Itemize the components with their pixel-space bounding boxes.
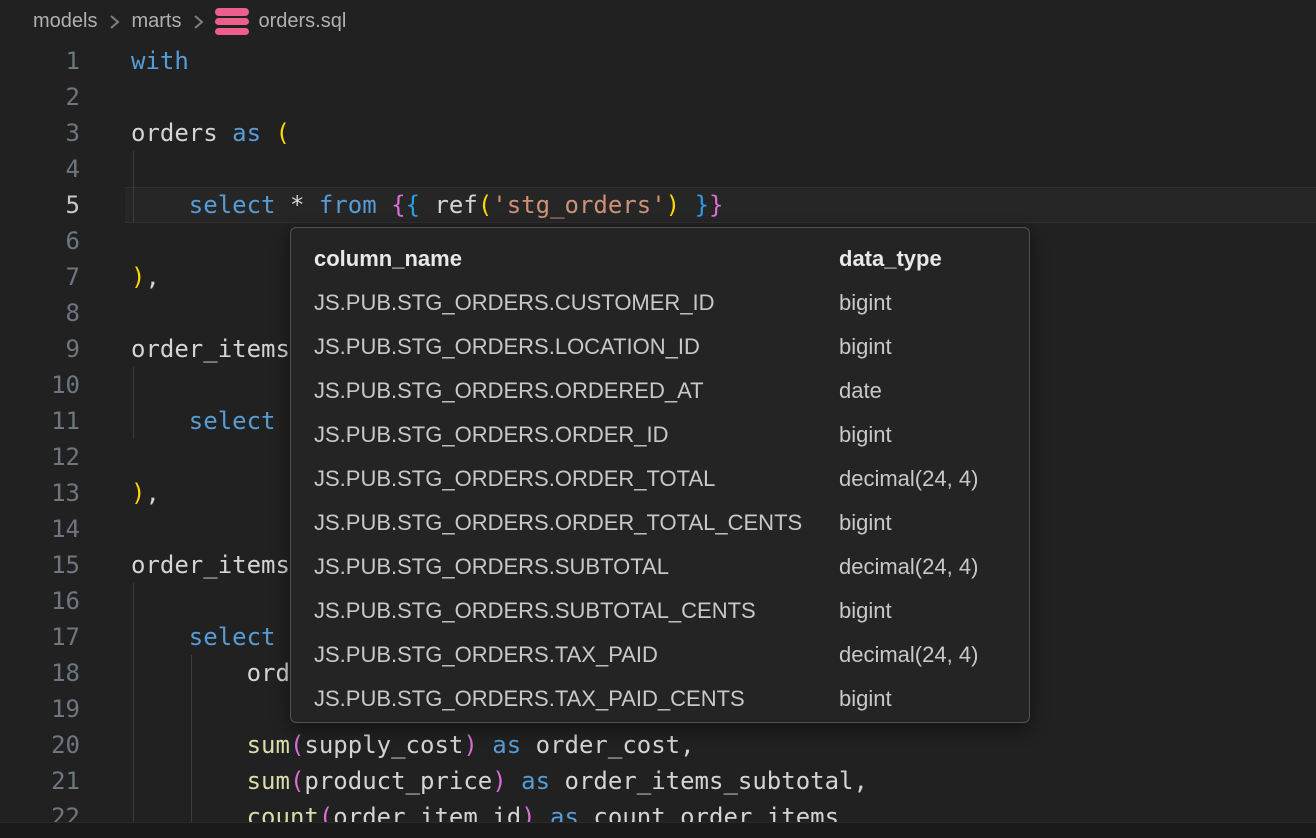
column-name-cell: JS.PUB.STG_ORDERS.TAX_PAID <box>314 642 839 668</box>
code-line-5[interactable]: 5 select * from {{ ref('stg_orders') }} <box>0 187 1316 223</box>
popup-row: JS.PUB.STG_ORDERS.ORDERED_ATdate <box>314 369 1029 413</box>
data-type-cell: bigint <box>839 334 1029 360</box>
data-type-cell: decimal(24, 4) <box>839 642 1029 668</box>
line-number[interactable]: 14 <box>0 511 80 547</box>
editor-window: models marts orders.sql 1 with 23 orders as… <box>0 0 1316 838</box>
breadcrumb: models marts orders.sql <box>0 0 1316 43</box>
chevron-right-icon <box>107 13 121 31</box>
column-schema-popup: column_name data_type JS.PUB.STG_ORDERS.… <box>290 227 1030 723</box>
line-number[interactable]: 4 <box>0 151 80 187</box>
line-number[interactable]: 9 <box>0 331 80 367</box>
line-number[interactable]: 13 <box>0 475 80 511</box>
data-type-cell: bigint <box>839 686 1029 712</box>
popup-row: JS.PUB.STG_ORDERS.ORDER_TOTALdecimal(24,… <box>314 457 1029 501</box>
line-number[interactable]: 16 <box>0 583 80 619</box>
code-text: order_items <box>131 331 290 367</box>
line-number[interactable]: 3 <box>0 115 80 151</box>
popup-row: JS.PUB.STG_ORDERS.TAX_PAID_CENTSbigint <box>314 677 1029 721</box>
line-number[interactable]: 21 <box>0 763 80 799</box>
line-number[interactable]: 6 <box>0 223 80 259</box>
data-type-cell: bigint <box>839 290 1029 316</box>
code-text: ord <box>131 655 290 691</box>
popup-rows: JS.PUB.STG_ORDERS.CUSTOMER_IDbigintJS.PU… <box>314 281 1029 721</box>
data-type-cell: bigint <box>839 510 1029 536</box>
breadcrumb-item-filename[interactable]: orders.sql <box>258 10 346 33</box>
line-number[interactable]: 18 <box>0 655 80 691</box>
code-editor[interactable]: 1 with 23 orders as ( 45 select * from {{ re… <box>0 43 1316 838</box>
code-line-1[interactable]: 1 with <box>0 43 1316 79</box>
code-line-21[interactable]: 21 sum(product_price) as order_items_sub… <box>0 763 1316 799</box>
popup-row: JS.PUB.STG_ORDERS.TAX_PAIDdecimal(24, 4) <box>314 633 1029 677</box>
data-type-cell: bigint <box>839 598 1029 624</box>
code-text: select <box>131 403 276 439</box>
code-text: orders as ( <box>131 115 290 151</box>
line-number[interactable]: 10 <box>0 367 80 403</box>
line-number[interactable]: 15 <box>0 547 80 583</box>
column-name-cell: JS.PUB.STG_ORDERS.ORDER_TOTAL <box>314 466 839 492</box>
column-name-cell: JS.PUB.STG_ORDERS.ORDERED_AT <box>314 378 839 404</box>
code-text: ), <box>131 259 160 295</box>
code-text: order_items <box>131 547 290 583</box>
code-line-4[interactable]: 4 <box>0 151 1316 187</box>
line-number[interactable]: 20 <box>0 727 80 763</box>
column-name-cell: JS.PUB.STG_ORDERS.SUBTOTAL <box>314 554 839 580</box>
line-number[interactable]: 8 <box>0 295 80 331</box>
code-line-3[interactable]: 3 orders as ( <box>0 115 1316 151</box>
column-name-cell: JS.PUB.STG_ORDERS.ORDER_TOTAL_CENTS <box>314 510 839 536</box>
database-icon <box>215 8 249 35</box>
code-text: sum(product_price) as order_items_subtot… <box>131 763 868 799</box>
line-number[interactable]: 17 <box>0 619 80 655</box>
line-number[interactable]: 1 <box>0 43 80 79</box>
popup-row: JS.PUB.STG_ORDERS.SUBTOTAL_CENTSbigint <box>314 589 1029 633</box>
popup-row: JS.PUB.STG_ORDERS.ORDER_IDbigint <box>314 413 1029 457</box>
code-line-20[interactable]: 20 sum(supply_cost) as order_cost, <box>0 727 1316 763</box>
popup-header-row: column_name data_type <box>314 237 1029 281</box>
line-number[interactable]: 2 <box>0 79 80 115</box>
code-text: with <box>131 43 189 79</box>
data-type-cell: decimal(24, 4) <box>839 466 1029 492</box>
data-type-cell: date <box>839 378 1029 404</box>
column-name-cell: JS.PUB.STG_ORDERS.CUSTOMER_ID <box>314 290 839 316</box>
code-text: sum(supply_cost) as order_cost, <box>131 727 695 763</box>
chevron-right-icon <box>191 13 205 31</box>
popup-row: JS.PUB.STG_ORDERS.ORDER_TOTAL_CENTSbigin… <box>314 501 1029 545</box>
line-number[interactable]: 11 <box>0 403 80 439</box>
column-name-cell: JS.PUB.STG_ORDERS.ORDER_ID <box>314 422 839 448</box>
data-type-cell: bigint <box>839 422 1029 448</box>
column-name-cell: JS.PUB.STG_ORDERS.SUBTOTAL_CENTS <box>314 598 839 624</box>
popup-row: JS.PUB.STG_ORDERS.LOCATION_IDbigint <box>314 325 1029 369</box>
code-text: select <box>131 619 276 655</box>
column-name-cell: JS.PUB.STG_ORDERS.TAX_PAID_CENTS <box>314 686 839 712</box>
code-text: ), <box>131 475 160 511</box>
line-number[interactable]: 7 <box>0 259 80 295</box>
line-number[interactable]: 12 <box>0 439 80 475</box>
popup-row: JS.PUB.STG_ORDERS.CUSTOMER_IDbigint <box>314 281 1029 325</box>
data-type-cell: decimal(24, 4) <box>839 554 1029 580</box>
line-number[interactable]: 5 <box>0 187 80 223</box>
popup-header-data-type: data_type <box>839 246 1029 272</box>
code-line-2[interactable]: 2 <box>0 79 1316 115</box>
code-text: select * from {{ ref('stg_orders') }} <box>131 187 723 223</box>
breadcrumb-item-marts[interactable]: marts <box>131 10 181 33</box>
breadcrumb-item-models[interactable]: models <box>33 10 97 33</box>
line-number[interactable]: 19 <box>0 691 80 727</box>
column-name-cell: JS.PUB.STG_ORDERS.LOCATION_ID <box>314 334 839 360</box>
popup-row: JS.PUB.STG_ORDERS.SUBTOTALdecimal(24, 4) <box>314 545 1029 589</box>
bottom-panel-edge <box>0 822 1316 838</box>
popup-header-column-name: column_name <box>314 246 839 272</box>
